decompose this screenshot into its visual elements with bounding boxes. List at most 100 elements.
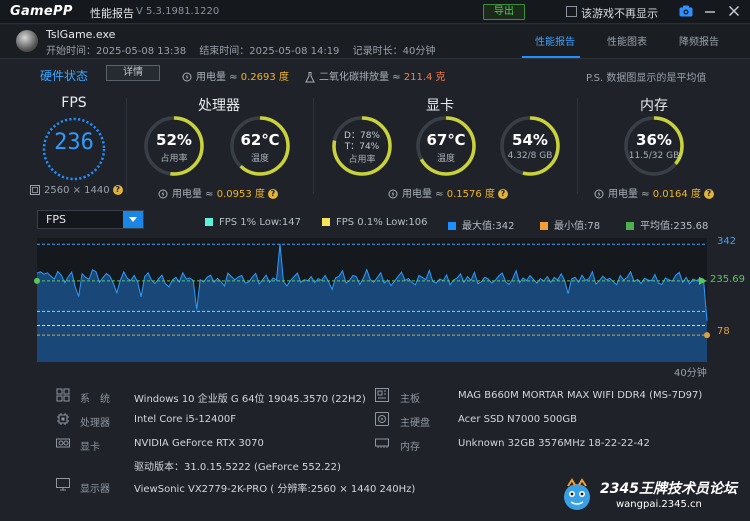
help-icon[interactable]: ? xyxy=(703,189,714,199)
fps-chart xyxy=(34,238,710,362)
power-icon xyxy=(182,72,192,82)
legend-avg: 平均值:235.68 xyxy=(626,217,708,232)
game-session-meta: 开始时间：2025-05-08 13:38 结束时间：2025-05-08 14… xyxy=(46,42,445,57)
gpu-temp-value: 67℃ xyxy=(426,131,466,149)
legend-label: FPS 0.1% Low:106 xyxy=(336,217,428,228)
cpu-temp-value: 62℃ xyxy=(240,131,280,149)
ram-power-label: 用电量 ≈ xyxy=(608,189,653,200)
ram-power-value: 0.0164 度 xyxy=(652,189,701,200)
disk-value: Acer SSD N7000 500GB xyxy=(458,414,577,425)
cpu-usage-label: 占用率 xyxy=(160,154,188,164)
chevron-down-icon[interactable] xyxy=(123,211,143,228)
total-power-label: 用电量 ≈ xyxy=(196,72,241,83)
legend-swatch xyxy=(322,218,330,226)
resolution: 2560 × 1440? xyxy=(30,185,123,196)
tab-performance-charts[interactable]: 性能图表 xyxy=(607,33,647,48)
legend-label: FPS 1% Low:147 xyxy=(219,217,301,228)
minimize-icon[interactable] xyxy=(704,5,716,17)
gpu-power-label: 用电量 ≈ xyxy=(402,189,447,200)
board-value: MAG B660M MORTAR MAX WIFI DDR4 (MS-7D97) xyxy=(458,390,703,401)
legend-swatch xyxy=(626,222,634,230)
power-icon xyxy=(594,189,604,199)
game-info-bar: TslGame.exe 开始时间：2025-05-08 13:38 结束时间：2… xyxy=(0,25,750,59)
fps-chart-panel: FPS FPS 1% Low:147 FPS 0.1% Low:106 最大值:… xyxy=(0,204,750,379)
legend-label: 最小值:78 xyxy=(554,221,601,232)
cpu-power-value: 0.0953 度 xyxy=(216,189,265,200)
panel-divider xyxy=(313,98,314,194)
average-note: P.S. 数据图显示的是平均值 xyxy=(586,73,707,84)
metric-select[interactable]: FPS xyxy=(37,210,144,229)
legend-label: 最大值:342 xyxy=(462,221,515,232)
gpu-temp-label: 温度 xyxy=(436,154,455,164)
forum-watermark: 2345王牌技术员论坛 wangpai.2345.cn xyxy=(556,472,742,518)
legend-label: 平均值:235.68 xyxy=(640,221,709,232)
co2-value: 211.4 克 xyxy=(403,72,446,83)
fps-average-value: 236 xyxy=(54,130,94,155)
tab-throttle-report[interactable]: 降频报告 xyxy=(679,33,719,48)
help-icon[interactable]: ? xyxy=(497,189,508,199)
game-name: TslGame.exe xyxy=(46,28,116,41)
help-icon[interactable]: ? xyxy=(267,189,278,199)
gpu-vram-gauge: 54% 4.32/8 GB xyxy=(498,114,562,178)
panel-divider xyxy=(126,98,127,194)
watermark-url: wangpai.2345.cn xyxy=(616,499,702,510)
cpu-usage-value: 52% xyxy=(156,131,192,149)
ram-usage-value: 36% xyxy=(636,131,672,149)
dont-show-label[interactable]: 该游戏不再显示 xyxy=(581,5,658,21)
tab-performance-report[interactable]: 性能报告 xyxy=(535,33,575,48)
windows-icon xyxy=(56,388,70,402)
avg-marker-left xyxy=(34,277,40,284)
mascot-logo-icon xyxy=(564,478,590,510)
gpu-usage-label: 占用率 xyxy=(348,155,376,165)
ram-panel-title: 内存 xyxy=(640,98,668,114)
cpu-temp-gauge: 62℃ 温度 xyxy=(228,114,292,178)
title-bar: GamePP 性能报告 V 5.3.1981.1220 导出 该游戏不再显示 xyxy=(0,0,750,24)
os-label: 系 统 xyxy=(80,394,110,405)
legend-1pct-low: FPS 1% Low:147 xyxy=(205,217,301,228)
cpu-temp-label: 温度 xyxy=(250,154,269,164)
mem-value: Unknown 32GB 3576MHz 18-22-22-42 xyxy=(458,438,650,449)
gpu-temp-gauge: 67℃ 温度 xyxy=(414,114,478,178)
dont-show-checkbox[interactable] xyxy=(566,6,577,17)
min-marker xyxy=(704,332,710,339)
cpu-panel-title: 处理器 xyxy=(198,98,240,114)
metric-select-value: FPS xyxy=(46,213,66,226)
panel-divider xyxy=(577,98,578,194)
monitor-label: 显示器 xyxy=(80,484,110,495)
motherboard-icon xyxy=(375,388,389,402)
board-label: 主板 xyxy=(400,394,420,405)
co2-flask-icon xyxy=(305,71,315,82)
co2-label: 二氧化碳排放量 ≈ xyxy=(319,72,404,83)
gpu-power: 用电量 ≈ 0.1576 度? xyxy=(388,185,508,200)
os-value: Windows 10 企业版 G 64位 19045.3570 (22H2) xyxy=(134,394,366,405)
legend-swatch xyxy=(540,222,548,230)
gpu-clock-t: T：74% xyxy=(344,142,380,152)
gpu-card-icon xyxy=(56,438,70,448)
close-icon[interactable] xyxy=(728,5,740,17)
cpu-power-label: 用电量 ≈ xyxy=(172,189,217,200)
details-button[interactable]: 详情 xyxy=(106,65,160,81)
legend-max: 最大值:342 xyxy=(448,217,514,232)
app-title: 性能报告 xyxy=(90,7,134,20)
total-power-value: 0.2693 度 xyxy=(240,72,289,83)
record-duration: 记录时长：40分钟 xyxy=(352,46,436,57)
ram-power: 用电量 ≈ 0.0164 度? xyxy=(594,185,714,200)
gpu-driver-value: 驱动版本：31.0.15.5222 (GeForce 552.22) xyxy=(134,462,341,473)
total-power: 用电量 ≈ 0.2693 度 xyxy=(182,68,289,83)
gpu-power-value: 0.1576 度 xyxy=(446,189,495,200)
co2-emission: 二氧化碳排放量 ≈ 211.4 克 xyxy=(305,68,446,83)
camera-icon[interactable] xyxy=(679,5,693,17)
legend-swatch xyxy=(448,222,456,230)
legend-min: 最小值:78 xyxy=(540,217,600,232)
gpu-panel-title: 显卡 xyxy=(426,98,454,114)
game-avatar xyxy=(16,30,38,52)
cpu-label: 处理器 xyxy=(80,418,110,429)
mem-label: 内存 xyxy=(400,442,420,453)
hardware-status-title: 硬件状态 xyxy=(40,69,89,83)
export-button[interactable]: 导出 xyxy=(483,4,525,20)
monitor-icon xyxy=(30,185,40,195)
gpu-usage-gauge: D：78% T：74% 占用率 xyxy=(330,114,394,178)
help-icon[interactable]: ? xyxy=(112,185,123,195)
cpu-power: 用电量 ≈ 0.0953 度? xyxy=(158,185,278,200)
power-icon xyxy=(158,189,168,199)
